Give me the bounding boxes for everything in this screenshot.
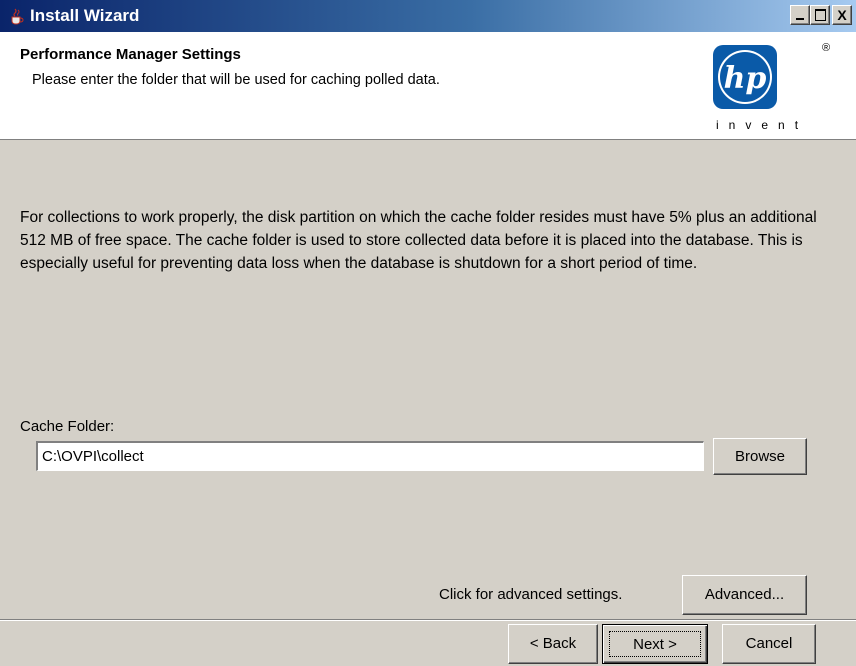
hp-tagline: invent <box>716 118 809 132</box>
cache-folder-input[interactable] <box>36 441 704 471</box>
hp-logo-text: hp <box>724 61 767 96</box>
browse-button[interactable]: Browse <box>713 438 807 475</box>
close-button[interactable]: X <box>832 5 852 25</box>
next-button[interactable]: Next > <box>602 624 708 664</box>
page-title: Performance Manager Settings <box>20 46 241 63</box>
registered-mark: ® <box>822 42 831 54</box>
back-button[interactable]: < Back <box>508 624 598 664</box>
hp-logo-icon: hp <box>713 45 777 109</box>
minimize-button[interactable] <box>790 5 810 25</box>
maximize-button[interactable] <box>810 5 830 25</box>
close-icon: X <box>837 7 847 23</box>
cancel-button[interactable]: Cancel <box>722 624 816 664</box>
advanced-button[interactable]: Advanced... <box>682 575 807 615</box>
footer-divider <box>0 619 856 621</box>
minimize-icon <box>796 18 804 20</box>
install-wizard-window: Install Wizard X Performance Manager Set… <box>0 0 856 666</box>
maximize-icon <box>815 9 826 21</box>
advanced-settings-note: Click for advanced settings. <box>439 586 623 603</box>
title-bar[interactable]: Install Wizard X <box>0 0 856 32</box>
java-cup-icon <box>11 8 24 25</box>
description-text: For collections to work properly, the di… <box>20 209 817 272</box>
window-title: Install Wizard <box>30 6 140 25</box>
cache-folder-label: Cache Folder: <box>20 418 115 435</box>
wizard-header: Performance Manager Settings Please ente… <box>0 32 856 140</box>
next-button-label: Next > <box>609 631 701 657</box>
page-subtitle: Please enter the folder that will be use… <box>32 72 440 88</box>
